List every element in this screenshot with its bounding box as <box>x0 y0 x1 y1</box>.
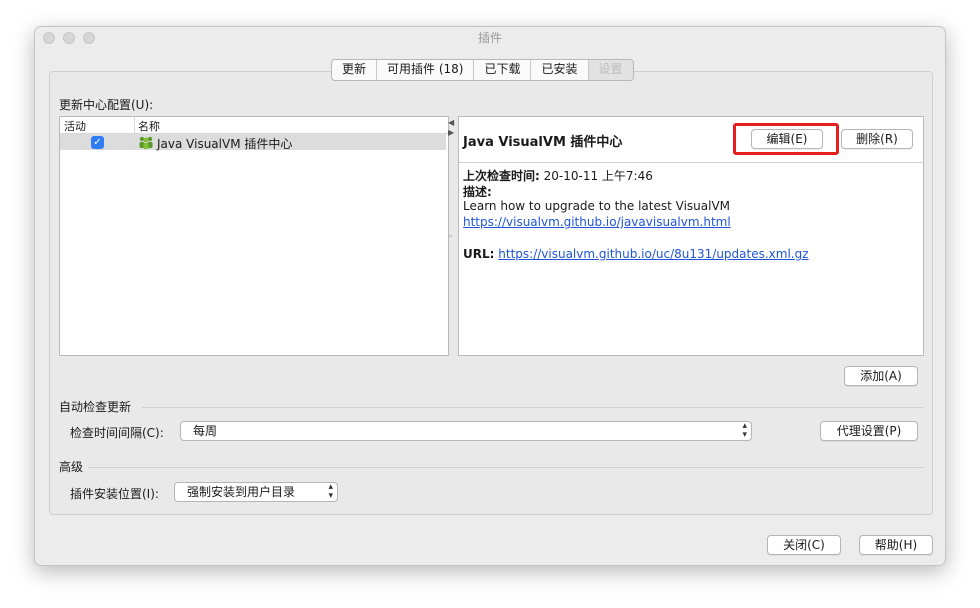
update-center-list[interactable]: 活动 名称 ✓ Java VisualVM 插件中心 <box>59 116 449 356</box>
close-window-icon[interactable] <box>43 32 55 44</box>
advanced-divider <box>88 467 924 468</box>
list-header: 活动 名称 <box>60 117 448 134</box>
detail-title: Java VisualVM 插件中心 <box>463 135 623 150</box>
table-row[interactable]: ✓ Java VisualVM 插件中心 <box>60 134 446 151</box>
window-title: 插件 <box>477 31 502 45</box>
install-location-label: 插件安装位置(I): <box>70 487 159 501</box>
plugins-window: 插件 更新中心配置(U): 活动 名称 ✓ Java VisualVM 插件中心… <box>34 26 946 566</box>
description-link[interactable]: https://visualvm.github.io/javavisualvm.… <box>463 215 731 229</box>
description-label: 描述: <box>463 185 492 199</box>
tab-downloaded[interactable]: 已下载 <box>474 60 532 80</box>
column-divider <box>134 117 135 133</box>
edit-button-highlight <box>733 123 839 155</box>
tab-updates[interactable]: 更新 <box>332 60 378 80</box>
interval-label: 检查时间间隔(C): <box>70 426 164 440</box>
plugin-center-icon <box>139 136 153 149</box>
tab-installed[interactable]: 已安装 <box>531 60 589 80</box>
collapse-right-icon[interactable]: ▶ <box>448 128 454 137</box>
tab-available-plugins[interactable]: 可用插件 (18) <box>377 60 475 80</box>
interval-value: 每周 <box>193 424 218 438</box>
auto-check-section: 自动检查更新 <box>59 400 132 414</box>
row-name: Java VisualVM 插件中心 <box>157 137 293 151</box>
settings-panel: 更新中心配置(U): 活动 名称 ✓ Java VisualVM 插件中心 ◀ … <box>49 71 933 515</box>
tab-bar: 更新 可用插件 (18) 已下载 已安装 设置 <box>331 59 634 81</box>
advanced-section: 高级 <box>59 460 84 474</box>
column-active[interactable]: 活动 <box>64 118 86 134</box>
help-button[interactable]: 帮助(H) <box>859 535 933 555</box>
description-text: Learn how to upgrade to the latest Visua… <box>463 199 731 213</box>
last-checked-line: 上次检查时间: 20-10-11 上午7:46 <box>463 167 653 184</box>
interval-select[interactable]: 每周 ▴ ▾ <box>180 421 752 441</box>
close-button[interactable]: 关闭(C) <box>767 535 841 555</box>
column-name[interactable]: 名称 <box>138 118 160 134</box>
delete-button[interactable]: 删除(R) <box>841 129 913 149</box>
url-label: URL: <box>463 247 495 261</box>
collapse-left-icon[interactable]: ◀ <box>448 118 454 127</box>
select-arrows-icon: ▴ ▾ <box>742 421 747 440</box>
url-link[interactable]: https://visualvm.github.io/uc/8u131/upda… <box>498 247 808 261</box>
install-location-value: 强制安装到用户目录 <box>187 485 296 499</box>
proxy-settings-button[interactable]: 代理设置(P) <box>820 421 918 441</box>
url-line: URL: https://visualvm.github.io/uc/8u131… <box>463 247 809 261</box>
last-checked-label: 上次检查时间: <box>463 169 540 183</box>
zoom-window-icon[interactable] <box>83 32 95 44</box>
update-center-detail: Java VisualVM 插件中心 编辑(E) 删除(R) 上次检查时间: 2… <box>458 116 924 356</box>
last-checked-value: 20-10-11 上午7:46 <box>543 169 653 183</box>
splitter-handle-icon[interactable]: ◦ <box>448 232 453 241</box>
auto-check-divider <box>142 407 924 408</box>
select-arrows-icon: ▴ ▾ <box>328 482 333 501</box>
detail-header: Java VisualVM 插件中心 编辑(E) 删除(R) <box>459 117 923 163</box>
update-center-label: 更新中心配置(U): <box>59 98 154 112</box>
tab-settings[interactable]: 设置 <box>588 60 633 80</box>
active-checkbox[interactable]: ✓ <box>91 136 104 149</box>
install-location-select[interactable]: 强制安装到用户目录 ▴ ▾ <box>174 482 338 502</box>
add-button[interactable]: 添加(A) <box>844 366 918 386</box>
minimize-window-icon[interactable] <box>63 32 75 44</box>
